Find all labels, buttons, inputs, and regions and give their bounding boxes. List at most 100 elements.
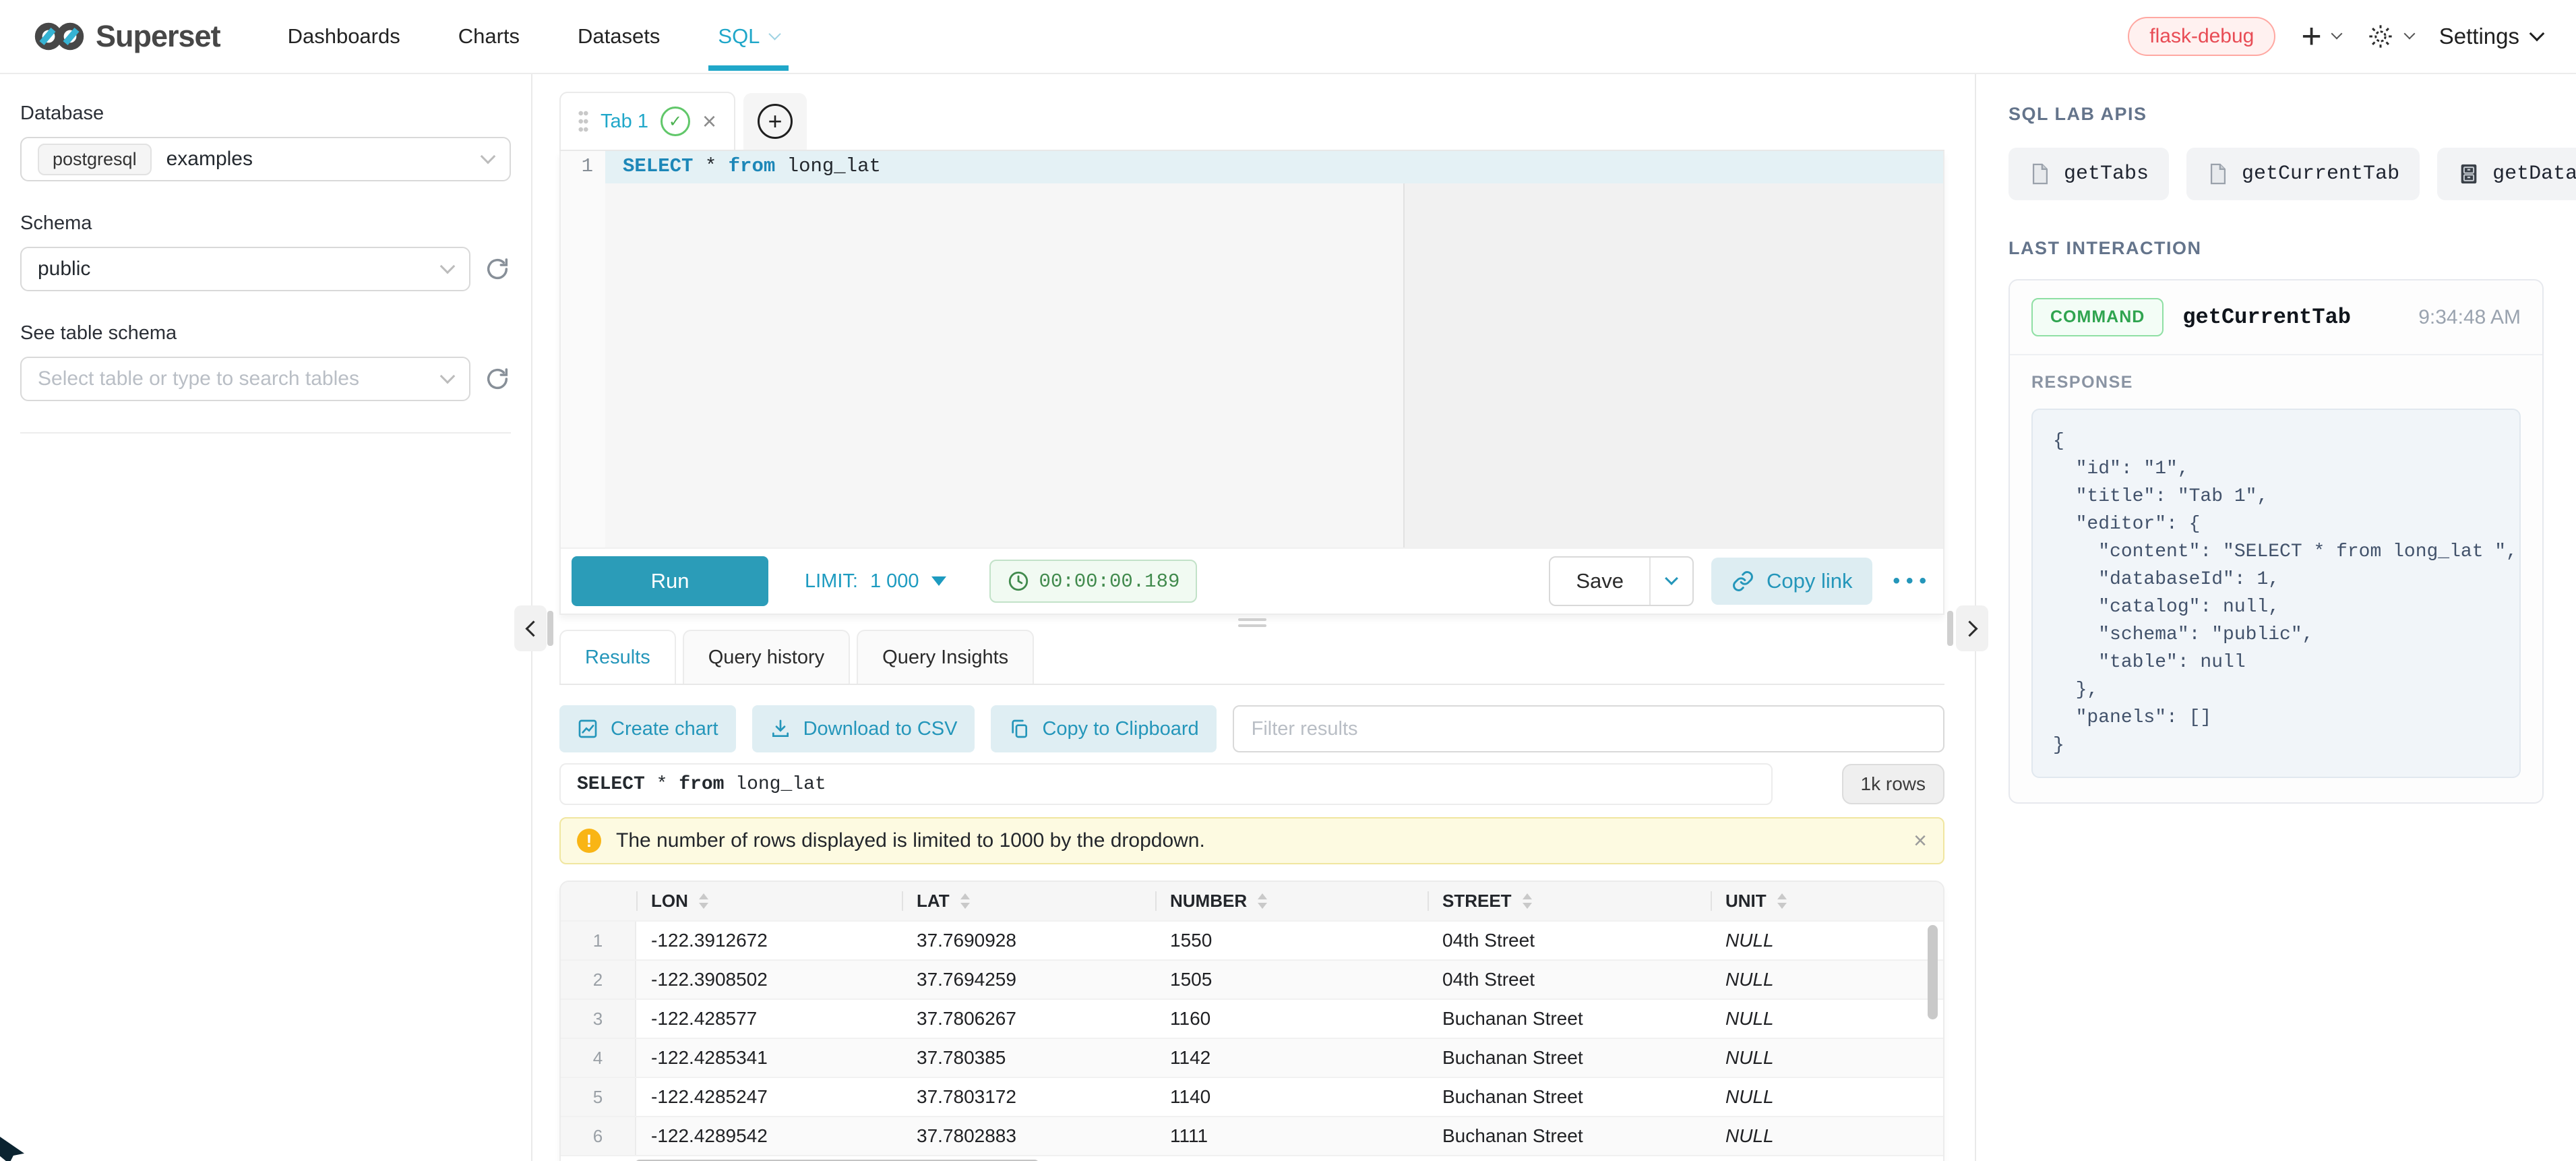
- last-interaction-title: LAST INTERACTION: [2008, 238, 2544, 259]
- cell-unit: NULL: [1711, 1008, 1943, 1030]
- gettabs-button[interactable]: getTabs: [2008, 148, 2169, 200]
- sql-keyword: SELECT: [577, 774, 645, 795]
- close-warning-icon[interactable]: ×: [1913, 828, 1927, 854]
- run-button[interactable]: Run: [572, 556, 768, 606]
- superset-logo[interactable]: Superset: [34, 19, 220, 54]
- vertical-scrollbar-thumb[interactable]: [1928, 925, 1938, 1019]
- cell-lat: 37.7803172: [902, 1086, 1155, 1108]
- left-resize-grip[interactable]: [547, 611, 553, 646]
- table-row[interactable]: 6 -122.4289542 37.7802883 1111 Buchanan …: [561, 1116, 1943, 1155]
- top-nav: Superset Dashboards Charts Datasets SQL …: [0, 0, 2576, 74]
- cell-lat: 37.7806267: [902, 1008, 1155, 1030]
- nav-datasets-label: Datasets: [578, 24, 660, 49]
- chart-icon: [577, 718, 599, 740]
- sidebar-divider: [20, 432, 511, 434]
- table-row[interactable]: 3 -122.428577 37.7806267 1160 Buchanan S…: [561, 999, 1943, 1038]
- getdatabases-label: getDatabases: [2492, 162, 2576, 185]
- create-chart-button[interactable]: Create chart: [559, 705, 736, 752]
- nav-charts-label: Charts: [458, 24, 520, 49]
- save-options-button[interactable]: [1649, 558, 1692, 605]
- tab-query-history[interactable]: Query history: [683, 630, 850, 684]
- settings-menu[interactable]: Settings: [2439, 24, 2542, 49]
- close-tab-icon[interactable]: ×: [702, 109, 716, 133]
- column-header-number[interactable]: NUMBER: [1155, 882, 1428, 920]
- limit-dropdown[interactable]: LIMIT: 1 000: [805, 570, 946, 593]
- chevron-down-icon: [481, 149, 496, 165]
- cell-lon: -122.4285247: [636, 1086, 902, 1108]
- sort-icon[interactable]: [1258, 893, 1267, 909]
- tab-results[interactable]: Results: [559, 630, 676, 684]
- add-tab-icon[interactable]: +: [758, 104, 793, 139]
- save-split-button: Save: [1549, 556, 1694, 606]
- sql-code-line: SELECT * from long_lat: [623, 155, 881, 177]
- refresh-schemas-icon[interactable]: [484, 256, 511, 282]
- more-options-button[interactable]: •••: [1893, 570, 1932, 593]
- query-timer: 00:00:00.189: [989, 560, 1198, 603]
- add-tab-area: +: [743, 93, 807, 150]
- query-preview[interactable]: SELECT * from long_lat: [559, 763, 1773, 805]
- table-row[interactable]: 1 -122.3912672 37.7690928 1550 04th Stre…: [561, 920, 1943, 959]
- filter-results-input[interactable]: [1233, 705, 1944, 752]
- cell-lat: 37.7694259: [902, 969, 1155, 990]
- create-chart-label: Create chart: [611, 718, 718, 740]
- warning-text: The number of rows displayed is limited …: [616, 829, 1205, 852]
- settings-label: Settings: [2439, 24, 2519, 49]
- column-header-unit[interactable]: UNIT: [1711, 882, 1943, 920]
- sql-editor[interactable]: 1 SELECT * from long_lat: [561, 151, 1943, 547]
- response-json: { "id": "1", "title": "Tab 1", "editor":…: [2031, 409, 2521, 778]
- pane-resize-handle[interactable]: [559, 615, 1944, 630]
- column-header-lon[interactable]: LON: [636, 882, 902, 920]
- page-icon: [2029, 162, 2052, 185]
- cell-unit: NULL: [1711, 1047, 1943, 1069]
- table-row[interactable]: 5 -122.4285247 37.7803172 1140 Buchanan …: [561, 1077, 1943, 1116]
- column-label: LAT: [917, 891, 950, 912]
- superset-infinity-icon: [34, 20, 85, 53]
- getcurrenttab-button[interactable]: getCurrentTab: [2186, 148, 2420, 200]
- schema-select[interactable]: public: [20, 247, 470, 291]
- table-schema-label: See table schema: [20, 322, 511, 345]
- row-count-badge: 1k rows: [1842, 764, 1944, 804]
- sql-editor-card: 1 SELECT * from long_lat Run LIMIT: 1 00…: [559, 151, 1944, 615]
- nav-datasets[interactable]: Datasets: [578, 24, 660, 49]
- sort-icon[interactable]: [699, 893, 708, 909]
- collapse-right-panel-button[interactable]: [1956, 605, 1988, 651]
- table-select-placeholder: Select table or type to search tables: [38, 367, 427, 390]
- tab-query-insights[interactable]: Query Insights: [857, 630, 1034, 684]
- cell-unit: NULL: [1711, 1125, 1943, 1147]
- nav-sql[interactable]: SQL: [718, 24, 779, 49]
- query-tab[interactable]: Tab 1 ✓ ×: [559, 92, 735, 150]
- table-row[interactable]: 2 -122.3908502 37.7694259 1505 04th Stre…: [561, 959, 1943, 999]
- nav-dashboards[interactable]: Dashboards: [288, 24, 400, 49]
- sort-icon[interactable]: [960, 893, 970, 909]
- limit-label: LIMIT:: [805, 570, 858, 593]
- cell-lon: -122.3912672: [636, 930, 902, 951]
- copy-clipboard-button[interactable]: Copy to Clipboard: [991, 705, 1216, 752]
- column-header-street[interactable]: STREET: [1428, 882, 1711, 920]
- table-row[interactable]: 4 -122.4285341 37.780385 1142 Buchanan S…: [561, 1038, 1943, 1077]
- sort-icon[interactable]: [1777, 893, 1787, 909]
- drag-handle-icon[interactable]: [578, 109, 588, 133]
- copy-link-button[interactable]: Copy link: [1711, 558, 1873, 605]
- refresh-tables-icon[interactable]: [484, 365, 511, 392]
- save-button[interactable]: Save: [1550, 558, 1649, 605]
- getcurrenttab-label: getCurrentTab: [2242, 162, 2399, 185]
- nav-charts[interactable]: Charts: [458, 24, 520, 49]
- new-item-menu[interactable]: +: [2301, 23, 2340, 50]
- table-select[interactable]: Select table or type to search tables: [20, 357, 470, 401]
- theme-menu[interactable]: [2366, 22, 2414, 51]
- column-header-lat[interactable]: LAT: [902, 882, 1155, 920]
- line-number: 1: [582, 155, 593, 177]
- database-select[interactable]: postgresql examples: [20, 137, 511, 181]
- collapse-left-sidebar-button[interactable]: [514, 605, 547, 651]
- right-resize-grip[interactable]: [1947, 611, 1953, 646]
- saved-check-icon: ✓: [661, 107, 690, 136]
- sqllab-api-panel: SQL LAB APIS getTabs getCurrentTab: [1975, 74, 2576, 1161]
- sql-keyword: from: [729, 155, 776, 177]
- chevron-down-icon: [440, 259, 456, 274]
- chevron-down-icon: [1665, 572, 1678, 585]
- getdatabases-button[interactable]: getDatabases: [2437, 148, 2576, 200]
- download-csv-button[interactable]: Download to CSV: [752, 705, 975, 752]
- cell-lon: -122.4285341: [636, 1047, 902, 1069]
- results-table-header: LON LAT NUMBER STREET UNIT: [561, 882, 1943, 920]
- sort-icon[interactable]: [1523, 893, 1532, 909]
